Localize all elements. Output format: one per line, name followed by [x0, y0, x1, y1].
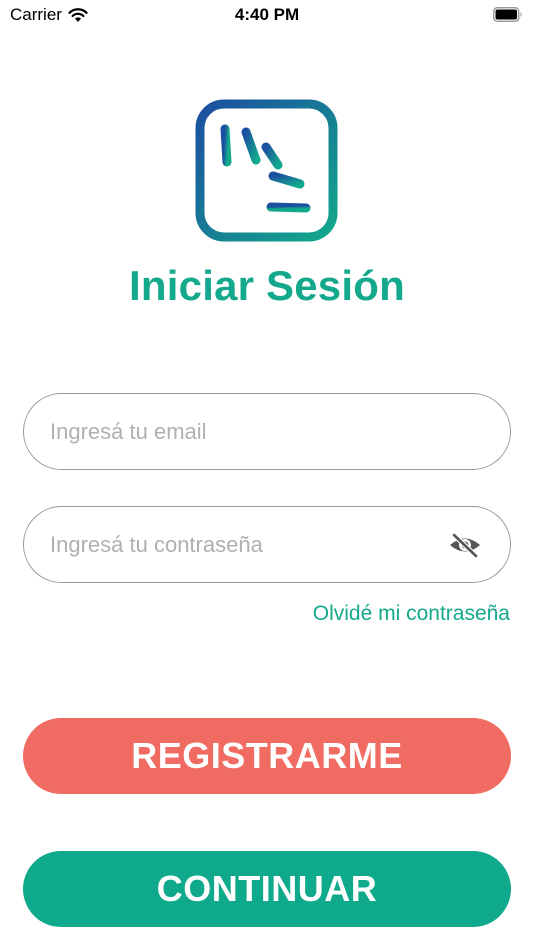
status-time: 4:40 PM [234, 5, 300, 24]
status-bar: Carrier 4:40 PM [0, 0, 534, 32]
page-title: Iniciar Sesión [129, 262, 405, 309]
register-button[interactable]: REGISTRARME [23, 718, 511, 794]
battery-icon [493, 7, 522, 22]
password-field[interactable] [50, 507, 450, 582]
email-field[interactable] [50, 394, 450, 469]
continue-button[interactable]: CONTINUAR [23, 851, 511, 927]
eye-slash-icon[interactable] [448, 531, 482, 559]
email-field-container[interactable] [23, 393, 511, 470]
forgot-password-link[interactable]: Olvidé mi contraseña [313, 602, 510, 626]
app-logo-icon [195, 99, 338, 242]
password-field-container[interactable] [23, 506, 511, 583]
